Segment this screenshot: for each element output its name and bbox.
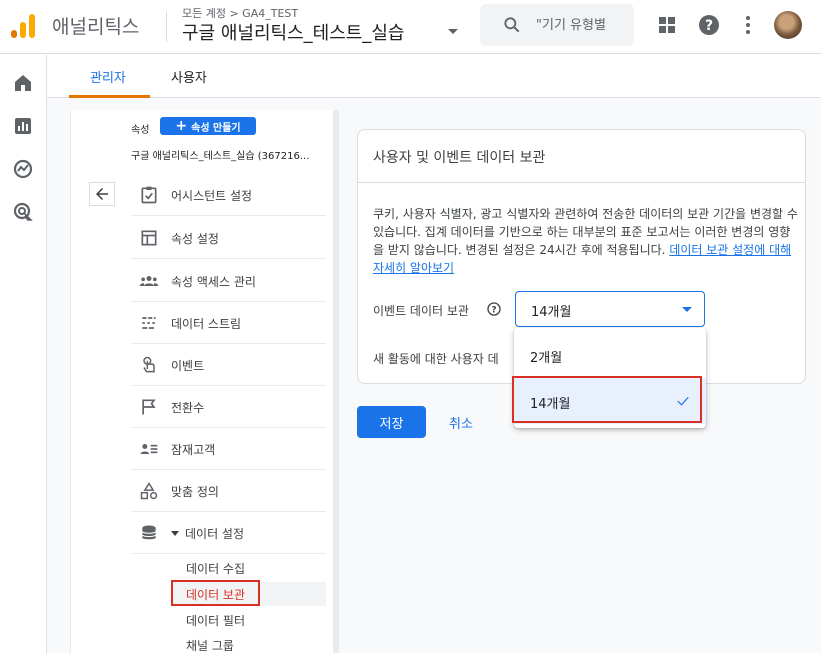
nav-item-label: 이벤트 — [171, 359, 205, 373]
nav-item-label: 속성 설정 — [171, 232, 219, 246]
checklist-icon — [141, 186, 157, 204]
audience-icon — [140, 444, 158, 454]
nav-item-label: 전환수 — [171, 401, 205, 415]
panel-scrollbar[interactable] — [333, 110, 339, 653]
create-property-button[interactable]: + 속성 만들기 — [160, 117, 256, 135]
advertising-icon[interactable] — [11, 200, 35, 224]
svg-text:?: ? — [705, 18, 713, 34]
nav-item-label: 잠재고객 — [171, 443, 216, 457]
option-label: 2개월 — [530, 351, 563, 366]
property-nav-panel: 속성 + 속성 만들기 구글 애널리틱스_테스트_실습 (367216... 어… — [70, 110, 339, 653]
card-title: 사용자 및 이벤트 데이터 보관 — [373, 150, 546, 166]
nav-item-audiences[interactable]: 잠재고객 — [131, 428, 326, 470]
card-description: 쿠키, 사용자 식별자, 광고 식별자와 관련하여 전송한 데이터의 보관 기간… — [373, 205, 798, 277]
highlight-box — [512, 376, 702, 423]
arrow-back-icon — [96, 188, 108, 200]
explore-icon[interactable] — [11, 157, 35, 181]
chevron-down-icon — [682, 307, 692, 312]
nav-item-label: 어시스턴트 설정 — [171, 189, 253, 203]
search-box[interactable] — [480, 4, 634, 46]
event-retention-select[interactable]: 14개월 — [515, 291, 705, 327]
left-rail — [0, 55, 47, 653]
highlight-box — [171, 580, 260, 606]
event-retention-label: 이벤트 데이터 보관 — [373, 304, 469, 318]
nav-item-data-settings[interactable]: 데이터 설정 — [131, 512, 326, 554]
nav-item-assistant-settings[interactable]: 어시스턴트 설정 — [131, 174, 326, 216]
expand-caret-icon[interactable] — [171, 531, 179, 536]
svg-text:?: ? — [491, 305, 496, 315]
layout-icon — [141, 230, 157, 246]
option-2-months[interactable]: 2개월 — [514, 332, 706, 378]
streams-icon — [142, 317, 156, 329]
apps-grid-icon[interactable] — [655, 13, 679, 37]
nav-item-access-management[interactable]: 속성 액세스 관리 — [131, 260, 326, 302]
app-name[interactable]: 애널리틱스 — [52, 12, 139, 39]
search-icon — [504, 17, 520, 33]
flag-icon — [142, 399, 156, 415]
divider — [358, 182, 805, 183]
nav-item-label: 속성 액세스 관리 — [171, 275, 256, 289]
admin-tabs: 관리자 사용자 — [47, 55, 821, 98]
sub-item-channel-groups[interactable]: 채널 그룹 — [186, 637, 234, 653]
nav-item-property-settings[interactable]: 속성 설정 — [131, 217, 326, 259]
nav-item-events[interactable]: 이벤트 — [131, 344, 326, 386]
sub-item-data-filters[interactable]: 데이터 필터 — [186, 612, 245, 629]
analytics-logo-icon[interactable] — [11, 14, 35, 38]
tab-admin[interactable]: 관리자 — [90, 67, 126, 86]
divider — [166, 12, 167, 42]
database-icon — [141, 525, 157, 540]
nav-item-label: 맞춤 정의 — [171, 485, 219, 499]
property-caret-icon[interactable] — [448, 29, 458, 34]
touch-icon — [143, 356, 155, 373]
top-bar: 애널리틱스 모든 계정 > GA4_TEST 구글 애널리틱스_테스트_실습 ? — [0, 0, 821, 54]
nav-item-label: 데이터 설정 — [185, 527, 245, 541]
selected-value: 14개월 — [531, 305, 572, 320]
search-input[interactable] — [536, 13, 634, 37]
create-property-label: 속성 만들기 — [191, 122, 241, 134]
more-vert-icon[interactable] — [736, 13, 760, 37]
nav-item-label: 데이터 스트림 — [171, 317, 242, 331]
nav-item-conversions[interactable]: 전환수 — [131, 386, 326, 428]
back-button[interactable] — [89, 182, 115, 206]
tab-user[interactable]: 사용자 — [171, 67, 207, 86]
help-icon[interactable]: ? — [697, 13, 721, 37]
nav-item-data-streams[interactable]: 데이터 스트림 — [131, 302, 326, 344]
home-icon[interactable] — [11, 71, 35, 95]
avatar[interactable] — [774, 11, 802, 39]
plus-icon: + — [175, 118, 188, 134]
people-icon — [139, 276, 159, 286]
reset-on-activity-label: 새 활동에 대한 사용자 데 — [373, 352, 499, 366]
reports-icon[interactable] — [11, 114, 35, 138]
sub-item-data-collection[interactable]: 데이터 수집 — [186, 560, 245, 577]
save-button[interactable]: 저장 — [357, 406, 426, 438]
nav-item-custom-definitions[interactable]: 맞춤 정의 — [131, 470, 326, 512]
property-name: 구글 애널리틱스_테스트_실습 (367216... — [131, 151, 310, 162]
property-label: 속성 — [131, 125, 150, 136]
cancel-button[interactable]: 취소 — [449, 413, 473, 432]
help-outline-icon[interactable]: ? — [486, 301, 502, 317]
property-selector[interactable]: 구글 애널리틱스_테스트_실습 — [182, 19, 404, 45]
shapes-icon — [140, 482, 158, 500]
